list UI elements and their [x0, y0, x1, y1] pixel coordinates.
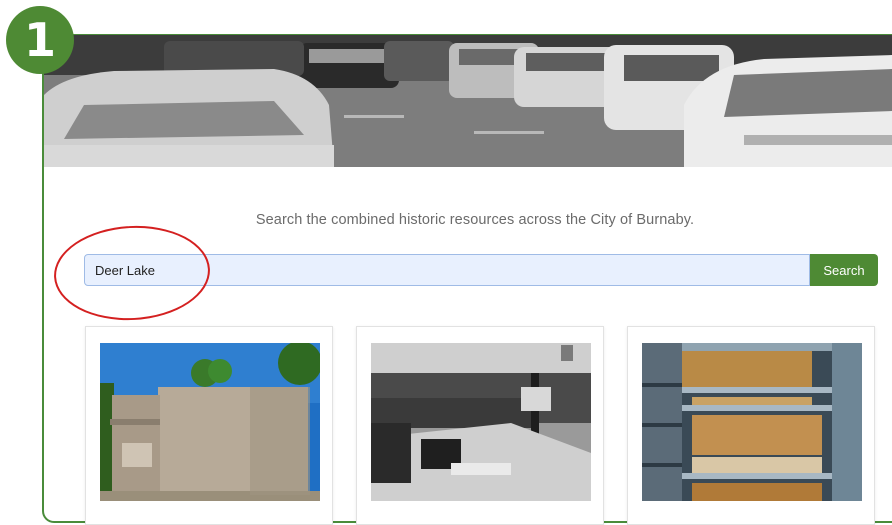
step-number-badge: 1: [6, 6, 74, 74]
hero-carousel[interactable]: [44, 35, 892, 167]
search-button[interactable]: Search: [810, 254, 878, 286]
council-meeting-photo: [371, 343, 591, 501]
resource-card[interactable]: [85, 326, 333, 525]
resource-card[interactable]: [627, 326, 875, 525]
resource-card[interactable]: [356, 326, 604, 525]
modern-building-photo: [100, 343, 320, 501]
hero-traffic-photo: [44, 35, 892, 167]
archive-shelves-photo: [642, 343, 862, 501]
